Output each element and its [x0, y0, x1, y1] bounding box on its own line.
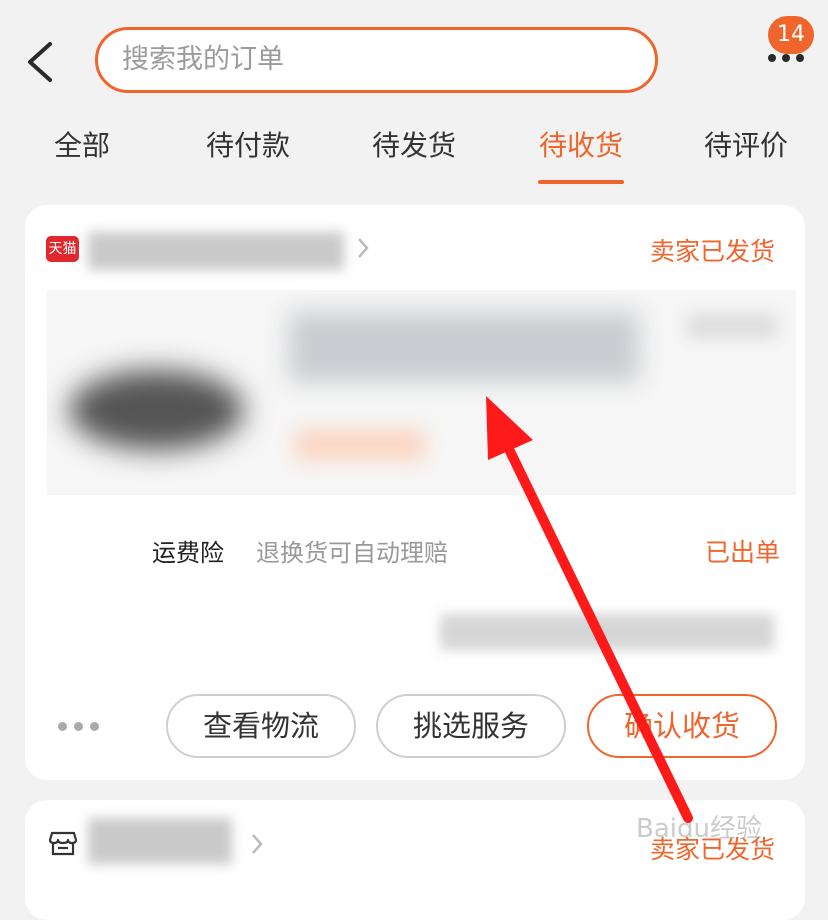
notification-badge: 14 [768, 16, 814, 54]
order-price-summary-blurred [440, 614, 774, 650]
product-row[interactable] [47, 290, 796, 495]
insurance-description: 退换货可自动理赔 [256, 539, 448, 567]
shop-name-2-blurred[interactable] [88, 818, 232, 864]
more-options-icon[interactable] [766, 54, 806, 70]
watermark-text: Baidu经验 [636, 814, 762, 844]
insurance-status: 已出单 [705, 538, 781, 567]
back-arrow-icon[interactable] [22, 38, 62, 86]
tab-all[interactable]: 全部 [44, 124, 120, 168]
tmall-icon: 天猫 [46, 236, 79, 262]
search-input[interactable]: 搜索我的订单 [95, 27, 658, 93]
shop-name-blurred[interactable] [88, 232, 344, 270]
tab-pending-receipt[interactable]: 待收货 [533, 124, 629, 168]
view-logistics-button[interactable]: 查看物流 [166, 694, 356, 758]
select-service-button[interactable]: 挑选服务 [376, 694, 566, 758]
tab-pending-shipment[interactable]: 待发货 [366, 124, 462, 168]
chevron-right-icon[interactable] [250, 832, 264, 856]
chevron-right-icon[interactable] [356, 236, 370, 260]
baidu-watermark: Baidu经验 [632, 790, 802, 860]
confirm-receipt-button[interactable]: 确认收货 [587, 694, 777, 758]
product-image-blurred [69, 370, 244, 450]
store-icon [48, 831, 78, 856]
active-tab-indicator [538, 180, 624, 184]
more-actions-icon[interactable] [58, 722, 100, 732]
product-tag-blurred [295, 430, 425, 460]
search-placeholder: 搜索我的订单 [122, 44, 284, 75]
insurance-label: 运费险 [152, 539, 224, 567]
tab-pending-payment[interactable]: 待付款 [200, 124, 296, 168]
product-price-blurred [687, 314, 777, 338]
order-status: 卖家已发货 [650, 237, 776, 266]
product-title-blurred [289, 312, 639, 382]
tab-pending-review[interactable]: 待评价 [698, 124, 794, 168]
